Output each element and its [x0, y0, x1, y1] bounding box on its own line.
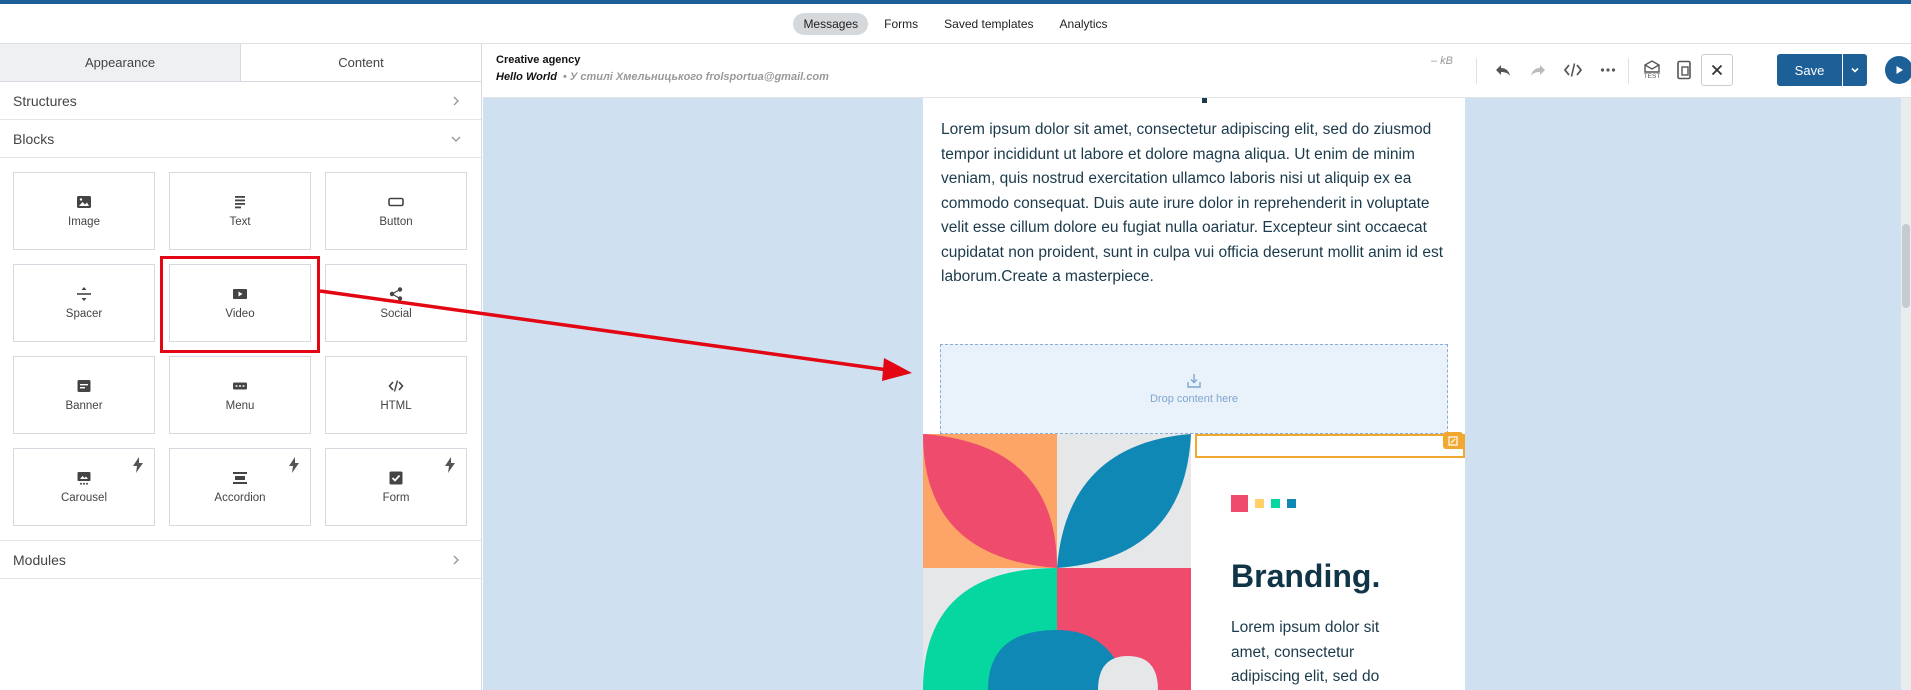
block-carousel[interactable]: Carousel: [13, 448, 155, 526]
chevron-down-icon: [1851, 67, 1859, 73]
block-label: Form: [382, 492, 410, 504]
block-label: Banner: [65, 400, 103, 412]
dot-pink: [1231, 495, 1248, 512]
editor-header: Creative agency Hello World • У стилі Хме…: [483, 44, 1911, 98]
test-email-icon[interactable]: TEST: [1640, 58, 1664, 82]
section-modules[interactable]: Modules: [0, 541, 481, 579]
code-icon: [388, 380, 404, 392]
close-button[interactable]: [1701, 54, 1733, 86]
block-banner[interactable]: Banner: [13, 356, 155, 434]
top-nav: Messages Forms Saved templates Analytics: [0, 4, 1911, 44]
mobile-preview-icon[interactable]: [1672, 58, 1696, 82]
campaign-title: Creative agency: [496, 54, 581, 66]
block-label: Spacer: [65, 308, 103, 320]
more-icon[interactable]: [1596, 58, 1620, 82]
geometric-illustration: [923, 434, 1191, 690]
button-icon: [388, 197, 404, 207]
nav-forms[interactable]: Forms: [874, 13, 928, 35]
drop-zone-label: Drop content here: [1149, 393, 1239, 405]
selected-row[interactable]: [1195, 432, 1465, 458]
block-menu[interactable]: Menu: [169, 356, 311, 434]
drop-zone[interactable]: Drop content here: [940, 344, 1448, 434]
section-structures[interactable]: Structures: [0, 82, 481, 120]
chevron-right-icon: [453, 555, 459, 564]
scrollbar[interactable]: [1901, 98, 1911, 690]
close-icon: [1711, 64, 1723, 76]
section-blocks[interactable]: Blocks: [0, 120, 481, 158]
block-label: Social: [380, 308, 412, 320]
branding-heading[interactable]: Branding.: [1231, 558, 1380, 595]
section-blocks-label: Blocks: [13, 130, 55, 147]
edit-icon: [1448, 435, 1458, 446]
block-label: Menu: [225, 400, 255, 412]
share-icon: [389, 287, 403, 301]
banner-icon: [77, 380, 91, 392]
accordion-icon: [233, 472, 247, 484]
preheader-text: • У стилі Хмельницького frolsportua@gmai…: [562, 71, 829, 83]
block-social[interactable]: Social: [325, 264, 467, 342]
section-structures-label: Structures: [13, 92, 77, 109]
panel-tabs: Appearance Content: [0, 44, 481, 82]
lightning-icon: [289, 457, 299, 473]
play-button[interactable]: [1885, 56, 1911, 84]
block-label: Carousel: [60, 492, 108, 504]
edit-tag[interactable]: [1443, 432, 1463, 449]
chevron-down-icon: [451, 136, 461, 142]
block-html[interactable]: HTML: [325, 356, 467, 434]
block-button[interactable]: Button: [325, 172, 467, 250]
block-spacer[interactable]: Spacer: [13, 264, 155, 342]
left-panel: Appearance Content Structures Blocks Ima…: [0, 44, 482, 690]
code-view-icon[interactable]: [1561, 58, 1585, 82]
save-button[interactable]: Save: [1777, 54, 1842, 86]
tab-appearance[interactable]: Appearance: [0, 44, 241, 81]
block-label: HTML: [380, 400, 412, 412]
toolbar-divider: [1628, 58, 1629, 84]
test-label: TEST: [1643, 73, 1661, 80]
dot-green: [1271, 499, 1280, 508]
dot-yellow: [1255, 499, 1264, 508]
subject-text: Hello World: [496, 71, 557, 83]
form-icon: [389, 471, 403, 485]
dot-teal: [1287, 499, 1296, 508]
email-subject[interactable]: Hello World • У стилі Хмельницького frols…: [496, 71, 829, 83]
toolbar-divider: [1476, 58, 1477, 84]
carousel-icon: [77, 472, 91, 485]
image-icon: [77, 196, 91, 208]
lorem-paragraph[interactable]: Lorem ipsum dolor sit amet, consectetur …: [941, 118, 1451, 290]
editor-canvas[interactable]: Lorem ipsum dolor sit amet, consectetur …: [483, 98, 1911, 690]
block-image[interactable]: Image: [13, 172, 155, 250]
block-label: Image: [68, 216, 100, 228]
scrollbar-thumb[interactable]: [1902, 224, 1910, 308]
block-form[interactable]: Form: [325, 448, 467, 526]
text-icon: [235, 196, 245, 209]
branding-paragraph[interactable]: Lorem ipsum dolor sit amet, consectetur …: [1231, 616, 1421, 690]
video-block-highlight: [160, 256, 320, 353]
text-cursor-fragment: [1202, 98, 1207, 103]
nav-analytics[interactable]: Analytics: [1050, 13, 1118, 35]
play-icon: [1896, 66, 1903, 74]
download-icon: [1187, 374, 1201, 388]
lightning-icon: [445, 457, 455, 473]
tab-content[interactable]: Content: [241, 44, 481, 81]
lightning-icon: [133, 457, 143, 473]
undo-icon[interactable]: [1491, 58, 1515, 82]
email-body: Lorem ipsum dolor sit amet, consectetur …: [923, 98, 1465, 690]
chevron-right-icon: [453, 96, 459, 105]
block-label: Accordion: [214, 492, 266, 504]
redo-icon[interactable]: [1526, 58, 1550, 82]
block-text[interactable]: Text: [169, 172, 311, 250]
block-label: Text: [229, 216, 251, 228]
spacer-icon: [77, 287, 91, 301]
email-size: – kB: [1431, 55, 1454, 67]
block-accordion[interactable]: Accordion: [169, 448, 311, 526]
nav-messages[interactable]: Messages: [793, 12, 869, 35]
nav-saved-templates[interactable]: Saved templates: [934, 13, 1043, 35]
menu-icon: [233, 382, 247, 390]
color-dots: [1231, 495, 1296, 512]
save-dropdown-button[interactable]: [1843, 54, 1867, 86]
block-label: Button: [379, 216, 413, 228]
section-modules-label: Modules: [13, 551, 66, 568]
